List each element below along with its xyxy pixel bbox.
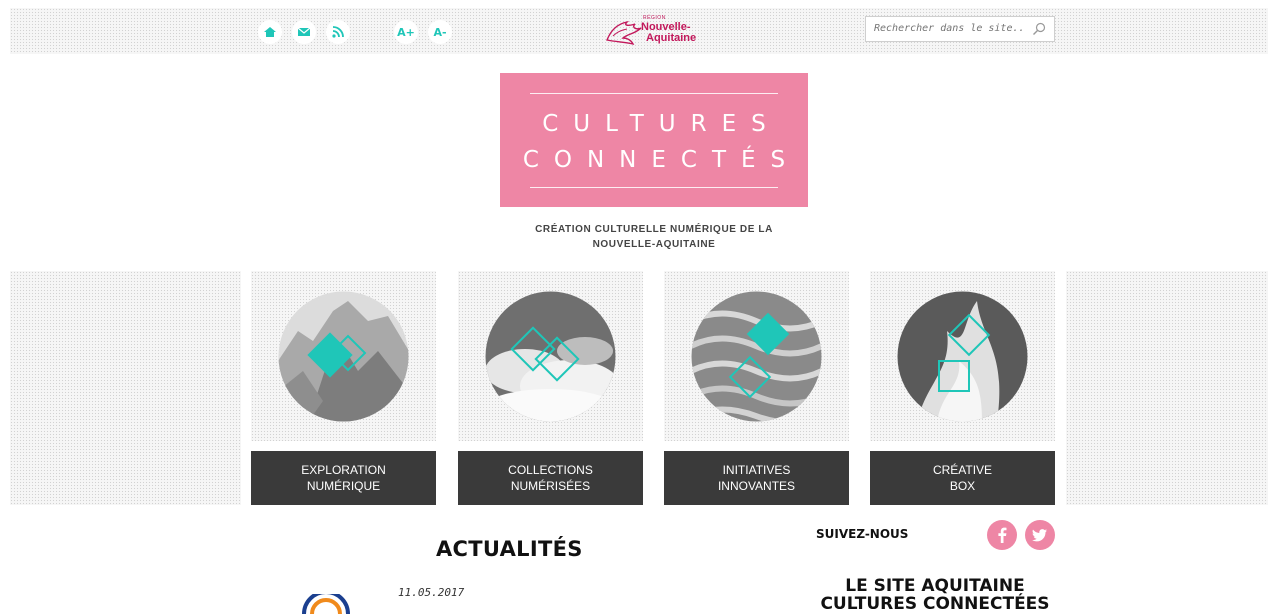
- tile-label[interactable]: INITIATIVES INNOVANTES: [664, 451, 849, 505]
- contact-button[interactable]: [292, 20, 316, 44]
- hero-rule-top: [530, 93, 778, 94]
- region-logo[interactable]: RÉGION Nouvelle- Aquitaine: [605, 14, 715, 48]
- tile-label-line1: INITIATIVES: [722, 463, 791, 477]
- twitter-icon: [1032, 529, 1047, 542]
- follow-us-label: SUIVEZ-NOUS: [816, 527, 909, 541]
- hero-rule-bottom: [530, 187, 778, 188]
- site-title-line2: CULTURES CONNECTÉES: [820, 594, 1050, 614]
- tile-gap: [251, 441, 436, 451]
- fire-image: [897, 291, 1028, 422]
- region-logo-line2: Aquitaine: [646, 32, 697, 44]
- tile-collections-numerisees[interactable]: COLLECTIONS NUMÉRISÉES: [458, 271, 643, 505]
- news-heading: ACTUALITÉS: [436, 537, 583, 561]
- tile-initiatives-innovantes[interactable]: INITIATIVES INNOVANTES: [664, 271, 849, 505]
- hero-line2: CONNECTÉS: [522, 147, 801, 173]
- tile-gap: [664, 441, 849, 451]
- rss-icon: [332, 26, 344, 38]
- site-title-line1: LE SITE AQUITAINE: [845, 576, 1025, 596]
- home-icon: [264, 27, 276, 37]
- facebook-icon: [998, 527, 1007, 543]
- tile-label[interactable]: COLLECTIONS NUMÉRISÉES: [458, 451, 643, 505]
- search-box: [865, 16, 1055, 42]
- tile-label-line2: NUMÉRISÉES: [510, 479, 591, 493]
- tile-label-line2: INNOVANTES: [717, 479, 796, 493]
- tile-gap: [870, 441, 1055, 451]
- home-button[interactable]: [258, 20, 282, 44]
- top-bar: A+ A- RÉGION Nouvelle- Aquitaine: [10, 8, 1268, 54]
- tile-label[interactable]: EXPLORATION NUMÉRIQUE: [251, 451, 436, 505]
- site-aquitaine-title: LE SITE AQUITAINE CULTURES CONNECTÉES: [790, 577, 1080, 613]
- rss-button[interactable]: [326, 20, 350, 44]
- region-lion-icon: [606, 20, 642, 46]
- font-increase-button[interactable]: A+: [394, 20, 418, 44]
- tile-exploration-numerique[interactable]: EXPLORATION NUMÉRIQUE: [251, 271, 436, 505]
- subtitle-line1: CRÉATION CULTURELLE NUMÉRIQUE DE LA: [535, 224, 773, 235]
- search-input[interactable]: [872, 22, 1026, 35]
- mail-icon: [297, 27, 311, 36]
- news-date: 11.05.2017: [398, 586, 465, 599]
- tiles-side-left: [10, 271, 241, 505]
- tiles-side-right: [1066, 271, 1268, 505]
- tile-label-line2: NUMÉRIQUE: [306, 479, 381, 493]
- tile-label-line1: COLLECTIONS: [508, 463, 593, 477]
- mountain-image: [278, 291, 409, 422]
- hero-line1: CULTURES: [542, 111, 781, 137]
- tile-gap: [458, 441, 643, 451]
- news-thumbnail[interactable]: [296, 594, 356, 614]
- subtitle-line2: NOUVELLE-AQUITAINE: [592, 239, 716, 250]
- tile-label-line1: EXPLORATION: [301, 463, 386, 477]
- site-subtitle: CRÉATION CULTURELLE NUMÉRIQUE DE LA NOUV…: [520, 222, 788, 252]
- cultures-connectees-logo[interactable]: CULTURES CONNECTÉS: [500, 73, 808, 207]
- tile-label[interactable]: CRÉATIVE BOX: [870, 451, 1055, 505]
- twitter-button[interactable]: [1025, 520, 1055, 550]
- search-icon[interactable]: [1032, 22, 1046, 36]
- tile-label-line2: BOX: [949, 479, 976, 493]
- clouds-image: [485, 291, 616, 422]
- tile-creative-box[interactable]: CRÉATIVE BOX: [870, 271, 1055, 505]
- font-decrease-button[interactable]: A-: [428, 20, 452, 44]
- waves-image: [691, 291, 822, 422]
- facebook-button[interactable]: [987, 520, 1017, 550]
- tile-label-line1: CRÉATIVE: [932, 463, 993, 477]
